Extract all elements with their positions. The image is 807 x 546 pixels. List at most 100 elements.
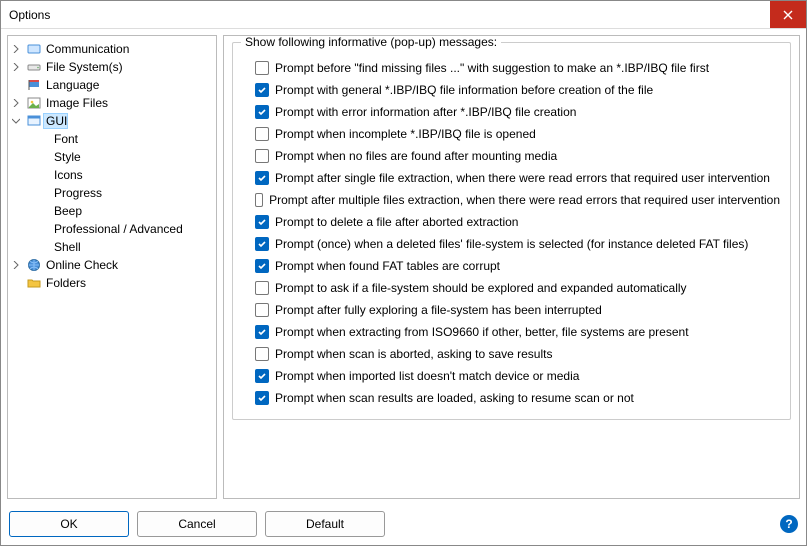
drive-icon	[26, 59, 42, 75]
checkbox[interactable]	[255, 347, 269, 361]
messages-group: Show following informative (pop-up) mess…	[232, 42, 791, 420]
checkbox[interactable]	[255, 391, 269, 405]
option-label[interactable]: Prompt after fully exploring a file-syst…	[275, 303, 602, 317]
checkbox[interactable]	[255, 193, 263, 207]
checkbox[interactable]	[255, 281, 269, 295]
tree-label: File System(s)	[44, 60, 123, 74]
help-icon: ?	[785, 517, 792, 531]
tree-item-shell[interactable]: Shell	[10, 238, 214, 256]
option-row: Prompt when incomplete *.IBP/IBQ file is…	[255, 123, 780, 145]
close-button[interactable]	[770, 1, 806, 28]
checkbox[interactable]	[255, 369, 269, 383]
body: Communication File System(s) Language	[1, 29, 806, 505]
tree-label: Shell	[52, 240, 81, 254]
tree-item-image-files[interactable]: Image Files	[10, 94, 214, 112]
tree-label: Folders	[44, 276, 86, 290]
tree-label: Image Files	[44, 96, 108, 110]
expand-icon[interactable]	[12, 99, 26, 107]
globe-icon	[26, 257, 42, 273]
option-label[interactable]: Prompt before "find missing files ..." w…	[275, 61, 709, 75]
footer: OK Cancel Default ?	[1, 505, 806, 545]
tree-item-progress[interactable]: Progress	[10, 184, 214, 202]
option-row: Prompt when scan is aborted, asking to s…	[255, 343, 780, 365]
option-row: Prompt with general *.IBP/IBQ file infor…	[255, 79, 780, 101]
option-label[interactable]: Prompt to delete a file after aborted ex…	[275, 215, 518, 229]
checkbox[interactable]	[255, 171, 269, 185]
tree-label: Beep	[52, 204, 82, 218]
checkbox[interactable]	[255, 303, 269, 317]
option-row: Prompt when scan results are loaded, ask…	[255, 387, 780, 409]
button-label: Cancel	[178, 517, 215, 531]
tree-label: Font	[52, 132, 78, 146]
default-button[interactable]: Default	[265, 511, 385, 537]
option-label[interactable]: Prompt with general *.IBP/IBQ file infor…	[275, 83, 653, 97]
option-row: Prompt when imported list doesn't match …	[255, 365, 780, 387]
checkbox[interactable]	[255, 127, 269, 141]
checkbox[interactable]	[255, 105, 269, 119]
ok-button[interactable]: OK	[9, 511, 129, 537]
tree-label: Progress	[52, 186, 102, 200]
option-label[interactable]: Prompt when scan is aborted, asking to s…	[275, 347, 552, 361]
cancel-button[interactable]: Cancel	[137, 511, 257, 537]
button-label: OK	[60, 517, 77, 531]
checkbox[interactable]	[255, 215, 269, 229]
tree-label: Style	[52, 150, 81, 164]
tree-label: Communication	[44, 42, 129, 56]
option-label[interactable]: Prompt with error information after *.IB…	[275, 105, 576, 119]
tree-item-professional[interactable]: Professional / Advanced	[10, 220, 214, 238]
tree-item-beep[interactable]: Beep	[10, 202, 214, 220]
option-label[interactable]: Prompt when no files are found after mou…	[275, 149, 557, 163]
tree-item-communication[interactable]: Communication	[10, 40, 214, 58]
checkbox[interactable]	[255, 325, 269, 339]
option-row: Prompt (once) when a deleted files' file…	[255, 233, 780, 255]
tree-label: GUI	[44, 114, 67, 128]
option-label[interactable]: Prompt when imported list doesn't match …	[275, 369, 579, 383]
option-label[interactable]: Prompt to ask if a file-system should be…	[275, 281, 687, 295]
option-row: Prompt with error information after *.IB…	[255, 101, 780, 123]
checkbox[interactable]	[255, 149, 269, 163]
options-window: Options Communication	[0, 0, 807, 546]
options-list: Prompt before "find missing files ..." w…	[243, 51, 780, 409]
tree-item-icons[interactable]: Icons	[10, 166, 214, 184]
option-label[interactable]: Prompt after multiple files extraction, …	[269, 193, 780, 207]
group-title: Show following informative (pop-up) mess…	[241, 35, 501, 49]
expand-icon[interactable]	[12, 261, 26, 269]
tree-item-folders[interactable]: Folders	[10, 274, 214, 292]
tree-item-online-check[interactable]: Online Check	[10, 256, 214, 274]
checkbox[interactable]	[255, 83, 269, 97]
tree-item-font[interactable]: Font	[10, 130, 214, 148]
close-icon	[783, 10, 793, 20]
image-icon	[26, 95, 42, 111]
option-row: Prompt when no files are found after mou…	[255, 145, 780, 167]
option-label[interactable]: Prompt when found FAT tables are corrupt	[275, 259, 500, 273]
nav-tree[interactable]: Communication File System(s) Language	[7, 35, 217, 499]
option-label[interactable]: Prompt (once) when a deleted files' file…	[275, 237, 748, 251]
tree-label: Online Check	[44, 258, 118, 272]
checkbox[interactable]	[255, 237, 269, 251]
option-row: Prompt to ask if a file-system should be…	[255, 277, 780, 299]
checkbox[interactable]	[255, 259, 269, 273]
option-row: Prompt after fully exploring a file-syst…	[255, 299, 780, 321]
tree-label: Icons	[52, 168, 83, 182]
communication-icon	[26, 41, 42, 57]
option-label[interactable]: Prompt when scan results are loaded, ask…	[275, 391, 634, 405]
option-label[interactable]: Prompt when incomplete *.IBP/IBQ file is…	[275, 127, 536, 141]
tree-item-gui[interactable]: GUI	[10, 112, 214, 130]
tree-item-language[interactable]: Language	[10, 76, 214, 94]
option-label[interactable]: Prompt after single file extraction, whe…	[275, 171, 770, 185]
folder-icon	[26, 275, 42, 291]
collapse-icon[interactable]	[12, 117, 26, 125]
help-button[interactable]: ?	[780, 515, 798, 533]
expand-icon[interactable]	[12, 63, 26, 71]
checkbox[interactable]	[255, 61, 269, 75]
option-label[interactable]: Prompt when extracting from ISO9660 if o…	[275, 325, 689, 339]
expand-icon[interactable]	[12, 45, 26, 53]
window-title: Options	[9, 8, 770, 22]
option-row: Prompt when extracting from ISO9660 if o…	[255, 321, 780, 343]
gui-icon	[26, 113, 42, 129]
tree-item-style[interactable]: Style	[10, 148, 214, 166]
tree-item-file-systems[interactable]: File System(s)	[10, 58, 214, 76]
content-panel: Show following informative (pop-up) mess…	[223, 35, 800, 499]
option-row: Prompt when found FAT tables are corrupt	[255, 255, 780, 277]
flag-icon	[26, 77, 42, 93]
